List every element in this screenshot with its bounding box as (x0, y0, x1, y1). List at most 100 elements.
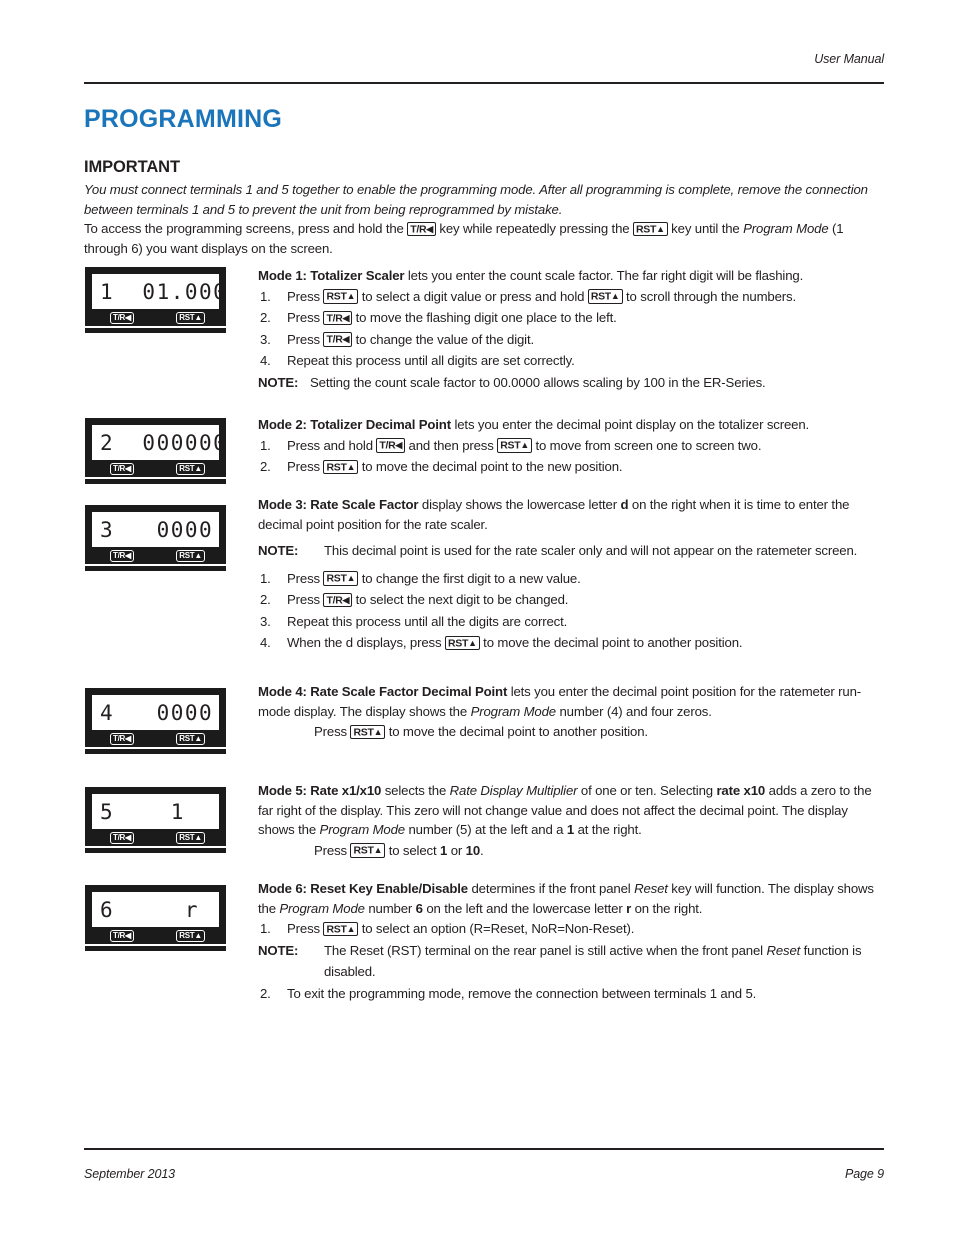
up-arrow-icon: ▲ (346, 573, 356, 583)
mode-4-block: Mode 4: Rate Scale Factor Decimal Point … (258, 682, 884, 743)
up-arrow-icon: ▲ (346, 923, 356, 934)
mode-5-program-mode: Program Mode (319, 822, 406, 837)
step-pre: Press (287, 459, 324, 474)
step-number: 2. (260, 592, 271, 607)
left-arrow-icon: ◀ (342, 312, 350, 323)
rst-key-glyph: RST▲ (497, 438, 532, 453)
mode-5-lead-b: of one or ten. Selecting (577, 783, 717, 798)
meter-base-6 (85, 946, 226, 951)
rst-key-label: RST (326, 461, 347, 473)
press-or: or (447, 842, 466, 858)
meter-rst-button-2[interactable]: RST▲ (176, 463, 205, 475)
step-post: to scroll through the numbers. (622, 288, 797, 304)
mode-5-rate-display-multiplier: Rate Display Multiplier (449, 783, 578, 798)
up-arrow-icon: ▲ (346, 291, 356, 301)
mode-6-bold-six: 6 (415, 900, 423, 916)
step-pre: When the d displays, press (287, 635, 445, 650)
meter-base-2 (85, 479, 226, 484)
meter-mode-4: 4 0000 T/R◀ RST▲ (85, 688, 226, 754)
mode-4-program-mode: Program Mode (470, 703, 557, 719)
list-item: 2. To exit the programming mode, remove t… (258, 983, 884, 1005)
mode-5-rate-x10: rate x10 (716, 783, 766, 798)
mode-6-lead-d: on the left and the lowercase letter (422, 900, 627, 916)
step-pre: Press (287, 592, 324, 607)
meter-tr-button-2[interactable]: T/R◀ (110, 463, 134, 475)
note-text: Setting the count scale factor to 00.000… (310, 374, 766, 390)
list-item: 2. Press RST▲ to move the decimal point t… (258, 456, 884, 478)
meter-tr-button-6[interactable]: T/R◀ (110, 930, 134, 942)
mode-2-lead-rest: lets you enter the decimal point display… (450, 417, 810, 432)
mode-3-steps: 1. Press RST ▲ to change the first digit t… (258, 568, 884, 654)
mode-4-lead: Mode 4: Rate Scale Factor Decimal Point … (258, 682, 884, 721)
tr-key-label: T/R (326, 594, 343, 606)
meter-tr-button-1[interactable]: T/R◀ (110, 312, 134, 324)
mode-5-title: Mode 5: Rate x1/x10 (258, 783, 382, 798)
list-item: 2. Press T/R◀ to move the flashing digit … (258, 307, 884, 329)
modes-region: 1 01.000 T/R◀ RST▲ Mode 1: Totalizer Sca… (0, 0, 954, 1235)
mode-2-title: Mode 2: Totalizer Decimal Point (258, 417, 451, 432)
press-pre: Press (314, 842, 351, 858)
rst-key-label: RST (326, 923, 347, 935)
mode-5-lead: Mode 5: Rate x1/x10 selects the Rate Dis… (258, 781, 884, 840)
step-post: to move the decimal point to the new pos… (358, 459, 623, 474)
mode-5-lead-e: at the right. (574, 822, 642, 837)
meter-rst-button-1[interactable]: RST▲ (176, 312, 205, 324)
step-number: 1. (260, 288, 271, 304)
tr-key-glyph: T/R◀ (323, 310, 353, 325)
list-item: 3. Press T/R◀ to change the value of the … (258, 329, 884, 351)
mode-1-lead: Mode 1: Totalizer Scaler lets you enter … (258, 266, 884, 286)
step-pre: Press (287, 570, 324, 586)
rst-key-glyph: RST▲ (350, 724, 386, 739)
mode-6-lead: Mode 6: Reset Key Enable/Disable determi… (258, 879, 884, 918)
tr-key-glyph: T/R◀ (323, 332, 353, 347)
step-post: to select the next digit to be changed. (352, 592, 569, 607)
meter-rst-button-4[interactable]: RST▲ (176, 733, 205, 745)
list-item: 1. Press RST▲ to select a digit value or … (258, 286, 884, 308)
step-pre: Press (287, 288, 324, 304)
mode-3-block: Mode 3: Rate Scale Factor display shows … (258, 495, 884, 654)
meter-base-5 (85, 848, 226, 853)
step-post: to change the first digit to a new value… (358, 570, 581, 586)
rst-key-glyph: RST▲ (587, 289, 623, 304)
step-mid: to change the value of the digit. (352, 331, 535, 347)
step-pre: Repeat this process until all the digits… (287, 613, 568, 629)
mode-6-title: Mode 6: Reset Key Enable/Disable (258, 881, 468, 896)
mode-3-lead: Mode 3: Rate Scale Factor display shows … (258, 495, 884, 534)
meter-rst-button-3[interactable]: RST▲ (176, 550, 205, 562)
step-text: To exit the programming mode, remove the… (287, 985, 757, 1001)
mode-3-lead-a: display shows the lowercase letter (418, 497, 621, 512)
left-arrow-icon: ◀ (395, 440, 403, 450)
press-end: . (480, 842, 484, 858)
mode-5-press-line: Press RST▲ to select 1 or 10. (258, 840, 884, 862)
meter-mode-5: 5 1 T/R◀ RST▲ (85, 787, 226, 853)
meter-rst-button-5[interactable]: RST▲ (176, 832, 205, 844)
mode-6-lead-a: determines if the front panel (467, 881, 635, 896)
step-pre: Repeat this process until all digits are… (287, 353, 575, 368)
mode-6-steps-2: 2. To exit the programming mode, remove t… (258, 983, 884, 1005)
lcd-value-1: 1 01.000 (100, 279, 219, 304)
lcd-value-5: 5 1 (100, 799, 185, 824)
meter-tr-button-5[interactable]: T/R◀ (110, 832, 134, 844)
step-mid: to move the flashing digit one place to … (352, 310, 617, 325)
rst-key-label: RST (447, 637, 469, 649)
lcd-screen-4: 4 0000 (92, 695, 219, 730)
meter-tr-button-4[interactable]: T/R◀ (110, 733, 134, 745)
step-number: 4. (260, 353, 271, 368)
rst-key-label: RST (500, 439, 521, 452)
meter-rst-button-6[interactable]: RST▲ (176, 930, 205, 942)
note-a: The Reset (RST) terminal on the rear pan… (324, 942, 767, 958)
mode-2-block: Mode 2: Totalizer Decimal Point lets you… (258, 415, 884, 478)
mode-6-program-mode: Program Mode (279, 900, 365, 916)
rst-key-glyph: RST▲ (350, 843, 386, 858)
step-post: to move from screen one to screen two. (531, 437, 762, 453)
step-post: to move the decimal point to another pos… (479, 635, 743, 650)
rst-key-glyph: RST▲ (323, 459, 359, 474)
note-label: NOTE: (258, 942, 299, 958)
meter-tr-button-3[interactable]: T/R◀ (110, 550, 134, 562)
step-number: 1. (260, 570, 271, 586)
meter-mode-1: 1 01.000 T/R◀ RST▲ (85, 267, 226, 333)
list-item: 2. Press T/R◀ to select the next digit to… (258, 589, 884, 611)
step-mid: and then press (405, 437, 498, 453)
note-text: This decimal point is used for the rate … (324, 543, 858, 558)
list-item: 1. Press and hold T/R◀ and then press RST… (258, 435, 884, 457)
